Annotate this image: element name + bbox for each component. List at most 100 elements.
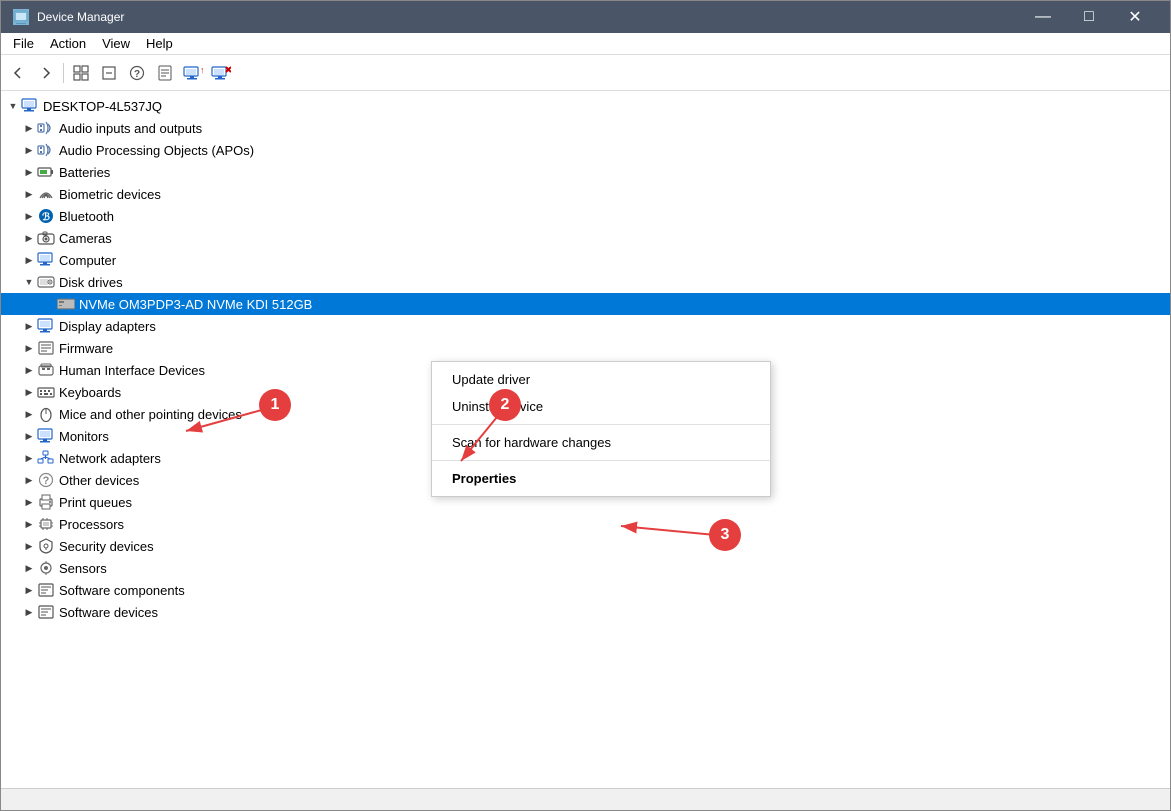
mice-icon (37, 405, 55, 423)
expand-icon[interactable] (21, 406, 37, 422)
root-expand-arrow[interactable] (5, 98, 21, 114)
bluetooth-icon: ℬ (37, 207, 55, 225)
window-title: Device Manager (37, 10, 124, 24)
item-label: Mice and other pointing devices (59, 407, 242, 422)
list-item[interactable]: Biometric devices (1, 183, 1170, 205)
item-label: Disk drives (59, 275, 123, 290)
collapse-all-button[interactable] (96, 60, 122, 86)
minimize-button[interactable]: — (1020, 1, 1066, 33)
expand-icon[interactable] (21, 164, 37, 180)
expand-icon[interactable] (21, 362, 37, 378)
ctx-separator-2 (432, 460, 770, 461)
list-item[interactable]: Cameras (1, 227, 1170, 249)
close-button[interactable]: ✕ (1112, 1, 1158, 33)
computer-icon (21, 97, 39, 115)
list-item[interactable]: Security devices (1, 535, 1170, 557)
item-label: Bluetooth (59, 209, 114, 224)
item-label: Keyboards (59, 385, 121, 400)
computer-icon (37, 251, 55, 269)
expand-icon[interactable] (21, 604, 37, 620)
update-driver-button[interactable]: ↑ (180, 60, 206, 86)
status-bar (1, 788, 1170, 810)
network-icon (37, 449, 55, 467)
uninstall-button[interactable] (208, 60, 234, 86)
ctx-scan-hardware[interactable]: Scan for hardware changes (432, 429, 770, 456)
list-item[interactable]: Processors (1, 513, 1170, 535)
nvme-drive-item[interactable]: NVMe OM3PDP3-AD NVMe KDI 512GB (1, 293, 1170, 315)
expand-icon[interactable] (21, 450, 37, 466)
audio-processing-icon (37, 141, 55, 159)
menu-view[interactable]: View (94, 34, 138, 53)
content-area: DESKTOP-4L537JQ Audio inputs and outputs (1, 91, 1170, 788)
firmware-icon (37, 339, 55, 357)
forward-button[interactable] (33, 60, 59, 86)
help-button[interactable]: ? (124, 60, 150, 86)
expand-icon[interactable] (21, 318, 37, 334)
list-item[interactable]: Software devices (1, 601, 1170, 623)
expand-icon[interactable] (21, 472, 37, 488)
expand-icon[interactable] (21, 142, 37, 158)
print-icon (37, 493, 55, 511)
expand-icon[interactable] (21, 494, 37, 510)
display-icon (37, 317, 55, 335)
expand-icon[interactable] (21, 230, 37, 246)
expand-icon[interactable] (21, 274, 37, 290)
ctx-update-driver[interactable]: Update driver (432, 366, 770, 393)
software-devices-icon (37, 603, 55, 621)
app-icon (13, 9, 29, 25)
list-item[interactable]: Software components (1, 579, 1170, 601)
expand-icon[interactable] (21, 516, 37, 532)
processor-icon (37, 515, 55, 533)
list-item[interactable]: Computer (1, 249, 1170, 271)
list-item[interactable]: ℬ Bluetooth (1, 205, 1170, 227)
item-label: Biometric devices (59, 187, 161, 202)
back-button[interactable] (5, 60, 31, 86)
item-label: Sensors (59, 561, 107, 576)
expand-icon[interactable] (21, 428, 37, 444)
list-item[interactable]: Sensors (1, 557, 1170, 579)
audio-icon (37, 119, 55, 137)
device-manager-window: Device Manager — □ ✕ File Action View He… (0, 0, 1171, 811)
expand-icon[interactable] (21, 582, 37, 598)
ctx-properties[interactable]: Properties (432, 465, 770, 492)
window-controls: — □ ✕ (1020, 1, 1158, 33)
tree-root[interactable]: DESKTOP-4L537JQ (1, 95, 1170, 117)
list-item[interactable]: Display adapters (1, 315, 1170, 337)
ctx-separator-1 (432, 424, 770, 425)
expand-icon[interactable] (21, 538, 37, 554)
svg-text:ℬ: ℬ (42, 211, 50, 223)
expand-icon[interactable] (21, 120, 37, 136)
expand-icon[interactable] (21, 560, 37, 576)
item-label: Security devices (59, 539, 154, 554)
list-item[interactable]: Batteries (1, 161, 1170, 183)
menu-help[interactable]: Help (138, 34, 181, 53)
hid-icon (37, 361, 55, 379)
menu-action[interactable]: Action (42, 34, 94, 53)
toolbar: ? ↑ (1, 55, 1170, 91)
list-item[interactable]: Firmware (1, 337, 1170, 359)
ctx-uninstall-device[interactable]: Uninstall device (432, 393, 770, 420)
expand-all-button[interactable] (68, 60, 94, 86)
expand-icon[interactable] (21, 340, 37, 356)
list-item[interactable]: Audio inputs and outputs (1, 117, 1170, 139)
device-tree[interactable]: DESKTOP-4L537JQ Audio inputs and outputs (1, 91, 1170, 788)
menu-file[interactable]: File (5, 34, 42, 53)
properties-button[interactable] (152, 60, 178, 86)
item-label: Display adapters (59, 319, 156, 334)
item-label: Print queues (59, 495, 132, 510)
security-icon (37, 537, 55, 555)
expand-icon[interactable] (21, 186, 37, 202)
expand-icon[interactable] (21, 384, 37, 400)
item-label: Computer (59, 253, 116, 268)
list-item[interactable]: Audio Processing Objects (APOs) (1, 139, 1170, 161)
list-item[interactable]: Disk drives (1, 271, 1170, 293)
battery-icon (37, 163, 55, 181)
expand-icon[interactable] (21, 208, 37, 224)
item-label: Batteries (59, 165, 110, 180)
maximize-button[interactable]: □ (1066, 1, 1112, 33)
item-label: Cameras (59, 231, 112, 246)
item-label: NVMe OM3PDP3-AD NVMe KDI 512GB (79, 297, 312, 312)
expand-icon[interactable] (21, 252, 37, 268)
item-label: Network adapters (59, 451, 161, 466)
item-label: Software devices (59, 605, 158, 620)
